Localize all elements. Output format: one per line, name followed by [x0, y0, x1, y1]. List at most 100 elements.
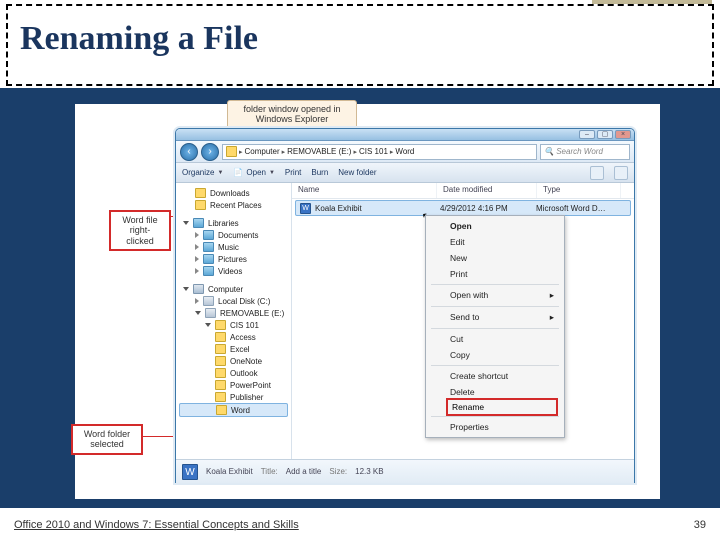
- nav-onenote[interactable]: OneNote: [179, 355, 288, 367]
- toolbar-label: Open: [246, 168, 266, 177]
- ctx-cut[interactable]: Cut: [428, 331, 562, 347]
- open-button[interactable]: 📄 Open▼: [233, 168, 275, 177]
- nav-label: Outlook: [230, 369, 258, 378]
- nav-videos[interactable]: Videos: [179, 265, 288, 277]
- nav-label: Downloads: [210, 189, 250, 198]
- nav-documents[interactable]: Documents: [179, 229, 288, 241]
- burn-button[interactable]: Burn: [311, 168, 328, 177]
- library-icon: [203, 254, 214, 264]
- folder-icon: [195, 188, 206, 198]
- column-type[interactable]: Type: [537, 183, 621, 198]
- chevron-right-icon: ▸: [282, 148, 286, 156]
- nav-access[interactable]: Access: [179, 331, 288, 343]
- ctx-rename[interactable]: Rename: [452, 402, 552, 412]
- file-name: Koala Exhibit: [315, 204, 362, 213]
- ctx-print[interactable]: Print: [428, 266, 562, 282]
- drive-icon: [205, 308, 216, 318]
- toolbar: Organize▼ 📄 Open▼ Print Burn New folder: [176, 163, 634, 183]
- expand-icon[interactable]: [195, 256, 199, 262]
- print-button[interactable]: Print: [285, 168, 301, 177]
- library-icon: [193, 218, 204, 228]
- nav-label: PowerPoint: [230, 381, 271, 390]
- expand-icon[interactable]: [205, 323, 211, 327]
- expand-icon[interactable]: [195, 311, 201, 315]
- folder-icon: [215, 380, 226, 390]
- help-button[interactable]: [614, 166, 628, 180]
- column-date[interactable]: Date modified: [437, 183, 537, 198]
- nav-removable[interactable]: REMOVABLE (E:): [179, 307, 288, 319]
- maximize-button[interactable]: ▢: [597, 130, 613, 139]
- nav-music[interactable]: Music: [179, 241, 288, 253]
- chevron-down-icon: ▼: [217, 170, 223, 176]
- expand-icon[interactable]: [195, 244, 199, 250]
- details-size-value: 12.3 KB: [355, 467, 383, 476]
- nav-label: OneNote: [230, 357, 262, 366]
- diagram-canvas: folder window opened in Windows Explorer…: [75, 104, 660, 499]
- nav-label: Access: [230, 333, 256, 342]
- ctx-create-shortcut[interactable]: Create shortcut: [428, 368, 562, 384]
- ctx-open[interactable]: Open: [428, 218, 562, 234]
- navigation-pane[interactable]: Downloads Recent Places Libraries Docume…: [176, 183, 292, 459]
- titlebar[interactable]: – ▢ ×: [176, 129, 634, 141]
- ctx-label: Open with: [450, 290, 488, 301]
- file-row-koala[interactable]: W Koala Exhibit 4/29/2012 4:16 PM Micros…: [295, 200, 631, 216]
- minimize-button[interactable]: –: [579, 130, 595, 139]
- nav-downloads[interactable]: Downloads: [179, 187, 288, 199]
- nav-computer[interactable]: Computer: [179, 283, 288, 295]
- chevron-right-icon: ▸: [550, 290, 554, 301]
- search-input[interactable]: 🔍 Search Word: [540, 144, 630, 160]
- nav-cis101[interactable]: CIS 101: [179, 319, 288, 331]
- nav-powerpoint[interactable]: PowerPoint: [179, 379, 288, 391]
- breadcrumb[interactable]: ▸ Computer ▸ REMOVABLE (E:) ▸ CIS 101 ▸ …: [222, 144, 537, 160]
- column-headers[interactable]: Name Date modified Type: [292, 183, 634, 199]
- nav-label: CIS 101: [230, 321, 259, 330]
- nav-label: Local Disk (C:): [218, 297, 270, 306]
- crumb-word[interactable]: Word: [395, 147, 414, 156]
- expand-icon[interactable]: [195, 298, 199, 304]
- folder-icon: [215, 356, 226, 366]
- expand-icon[interactable]: [195, 232, 199, 238]
- nav-outlook[interactable]: Outlook: [179, 367, 288, 379]
- expand-icon[interactable]: [183, 221, 189, 225]
- forward-button[interactable]: ›: [201, 143, 219, 161]
- crumb-removable[interactable]: REMOVABLE (E:): [287, 147, 351, 156]
- ctx-properties[interactable]: Properties: [428, 419, 562, 435]
- nav-label: REMOVABLE (E:): [220, 309, 284, 318]
- nav-word[interactable]: Word: [179, 403, 288, 417]
- ctx-edit[interactable]: Edit: [428, 234, 562, 250]
- expand-icon[interactable]: [195, 268, 199, 274]
- nav-local-disk[interactable]: Local Disk (C:): [179, 295, 288, 307]
- nav-recent[interactable]: Recent Places: [179, 199, 288, 211]
- column-name[interactable]: Name: [292, 183, 437, 198]
- nav-excel[interactable]: Excel: [179, 343, 288, 355]
- expand-icon[interactable]: [183, 287, 189, 291]
- file-date-cell: 4/29/2012 4:16 PM: [436, 204, 532, 213]
- close-button[interactable]: ×: [615, 130, 631, 139]
- ctx-send-to[interactable]: Send to▸: [428, 309, 562, 326]
- view-button[interactable]: [590, 166, 604, 180]
- window-controls: – ▢ ×: [579, 130, 631, 139]
- ctx-new[interactable]: New: [428, 250, 562, 266]
- back-button[interactable]: ‹: [180, 143, 198, 161]
- toolbar-label: Print: [285, 168, 301, 177]
- nav-libraries[interactable]: Libraries: [179, 217, 288, 229]
- ctx-copy[interactable]: Copy: [428, 347, 562, 363]
- context-menu: Open Edit New Print Open with▸ Send to▸ …: [425, 215, 565, 438]
- file-list-pane[interactable]: Name Date modified Type W Koala Exhibit …: [292, 183, 634, 459]
- nav-label: Libraries: [208, 219, 239, 228]
- crumb-computer[interactable]: Computer: [245, 147, 280, 156]
- callout-text: Word file right-clicked: [122, 215, 157, 246]
- callout-text: Word folder selected: [84, 429, 130, 449]
- nav-publisher[interactable]: Publisher: [179, 391, 288, 403]
- address-row: ‹ › ▸ Computer ▸ REMOVABLE (E:) ▸ CIS 10…: [176, 141, 634, 163]
- new-folder-button[interactable]: New folder: [338, 168, 376, 177]
- organize-button[interactable]: Organize▼: [182, 168, 223, 177]
- details-title-value[interactable]: Add a title: [286, 467, 322, 476]
- ctx-open-with[interactable]: Open with ▸: [428, 287, 562, 304]
- nav-label: Recent Places: [210, 201, 262, 210]
- details-filename: Koala Exhibit: [206, 467, 253, 476]
- toolbar-label: Burn: [311, 168, 328, 177]
- word-file-icon: W: [182, 464, 198, 480]
- crumb-cis101[interactable]: CIS 101: [359, 147, 388, 156]
- nav-pictures[interactable]: Pictures: [179, 253, 288, 265]
